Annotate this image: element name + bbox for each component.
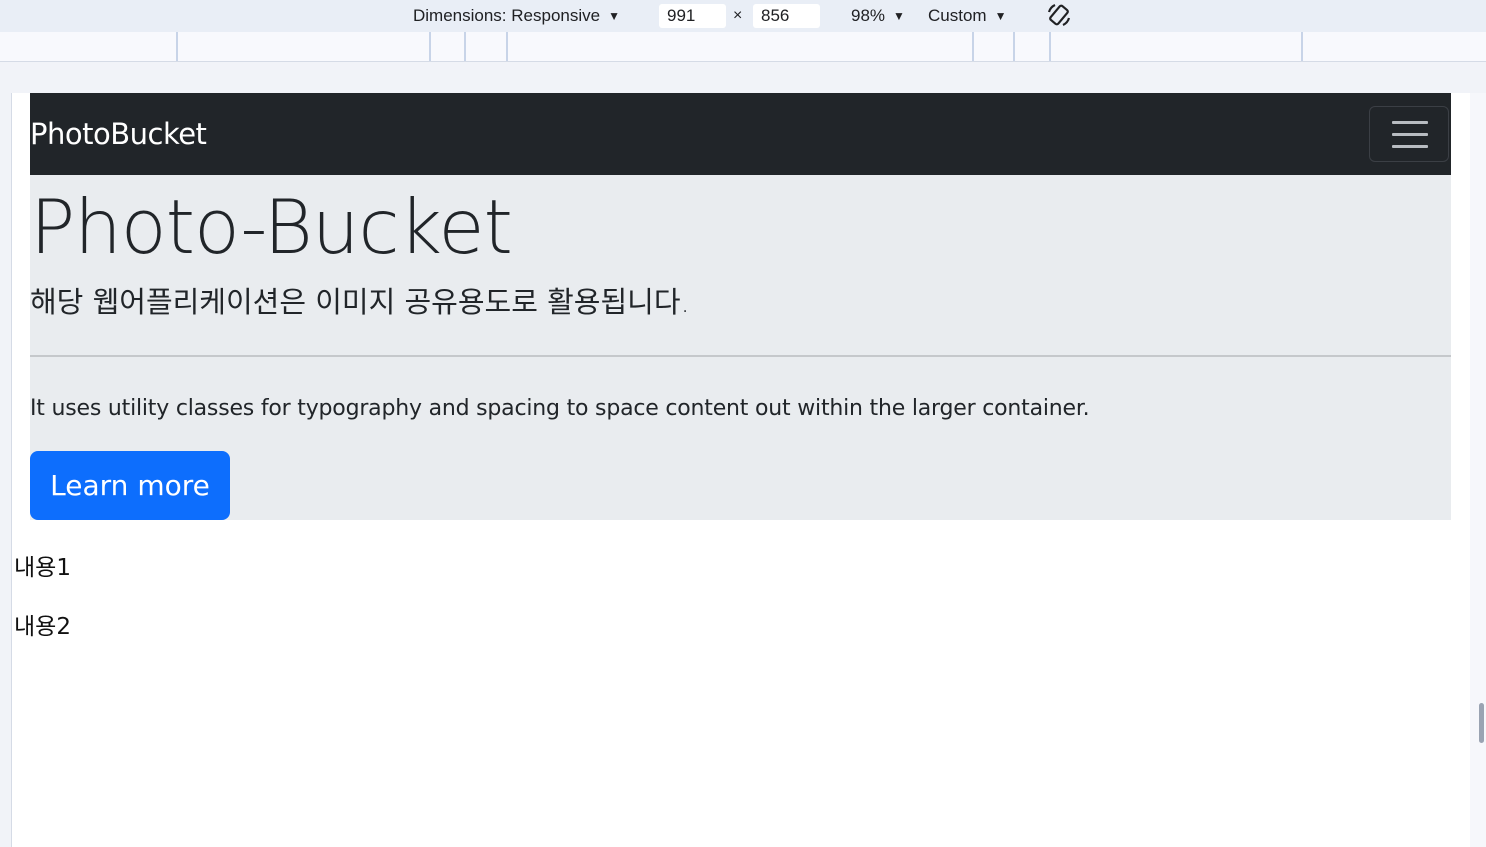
- device-toolbar: Dimensions: Responsive ▼ 991 × 856 98% ▼…: [0, 0, 1486, 32]
- lead-text: 해당 웹어플리케이션은 이미지 공유용도로 활용됩니다.: [30, 285, 690, 319]
- caret-down-icon: ▼: [994, 9, 1007, 23]
- dimensions-dropdown[interactable]: Dimensions: Responsive ▼: [413, 0, 620, 32]
- throttle-dropdown[interactable]: Custom ▼: [928, 0, 1006, 32]
- rotate-button[interactable]: [1045, 0, 1073, 32]
- height-input[interactable]: 856: [753, 4, 820, 28]
- scrollbar-thumb[interactable]: [1479, 703, 1484, 743]
- jumbotron: Photo-Bucket 해당 웹어플리케이션은 이미지 공유용도로 활용됩니다…: [30, 175, 1451, 520]
- navbar-toggler-button[interactable]: [1369, 106, 1449, 162]
- content-item-2: 내용2: [14, 614, 71, 640]
- zoom-label: 98%: [851, 6, 886, 25]
- divider: [30, 355, 1451, 357]
- dimensions-label: Dimensions: Responsive: [413, 6, 601, 25]
- rotate-icon: [1047, 4, 1071, 26]
- times-sign: ×: [733, 7, 743, 24]
- zoom-dropdown[interactable]: 98% ▼: [851, 0, 905, 32]
- caret-down-icon: ▼: [893, 9, 905, 23]
- content-item-1: 내용1: [14, 555, 71, 581]
- caret-down-icon: ▼: [608, 9, 620, 23]
- navbar: PhotoBucket: [30, 93, 1451, 175]
- learn-more-button[interactable]: Learn more: [30, 451, 230, 520]
- navbar-brand[interactable]: PhotoBucket: [30, 117, 207, 151]
- page-title: Photo-Bucket: [30, 183, 513, 271]
- description-text: It uses utility classes for typography a…: [30, 396, 1090, 421]
- media-query-ruler: [0, 32, 1486, 62]
- throttle-label: Custom: [928, 6, 987, 25]
- width-input[interactable]: 991: [659, 4, 726, 28]
- emulated-viewport: PhotoBucket Photo-Bucket 해당 웹어플리케이션은 이미지…: [11, 93, 1471, 847]
- hamburger-menu-icon: [1392, 121, 1428, 124]
